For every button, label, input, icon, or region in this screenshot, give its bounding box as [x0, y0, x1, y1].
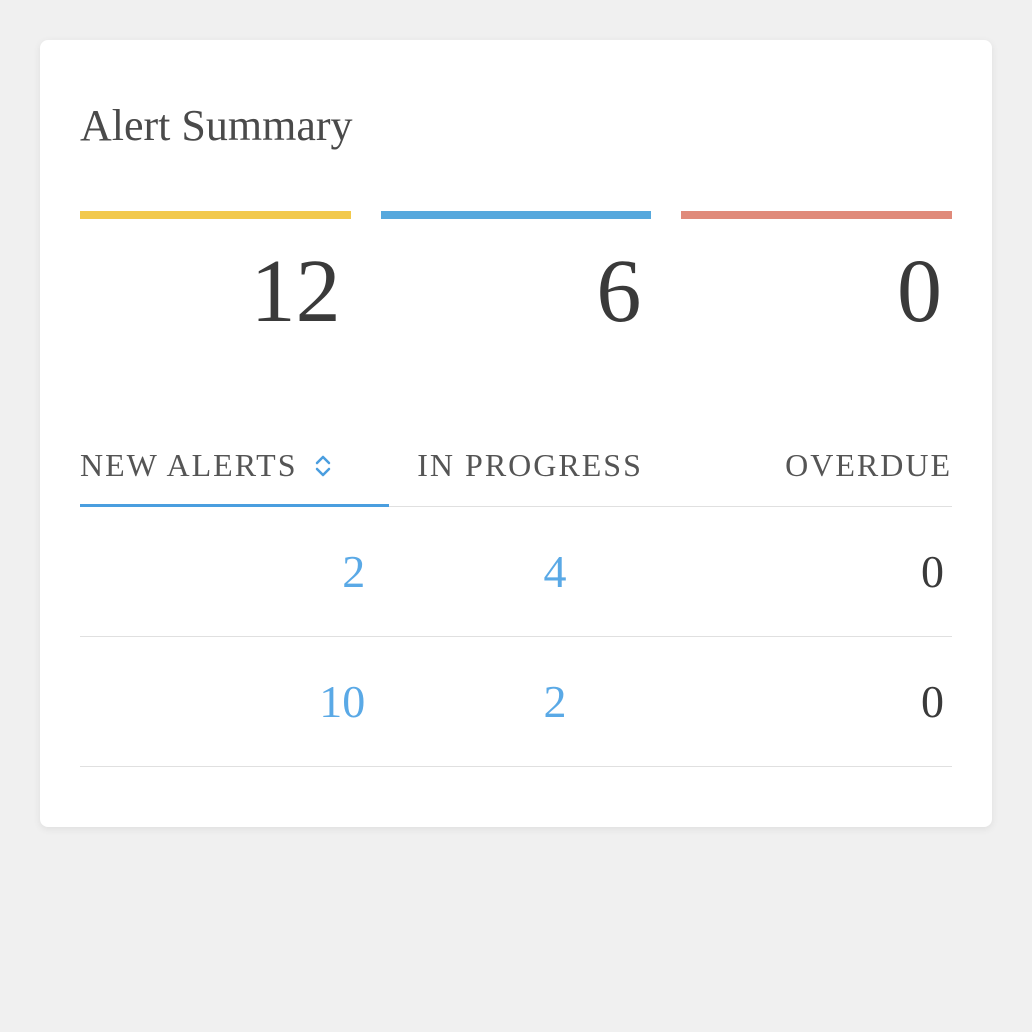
card-title: Alert Summary [80, 100, 952, 151]
cell-in-progress[interactable]: 4 [425, 545, 684, 598]
cell-overdue: 0 [685, 675, 952, 728]
table-row: 2 4 0 [80, 507, 952, 637]
stats-row: 12 6 0 [80, 211, 952, 337]
stat-value: 6 [381, 247, 642, 337]
column-header-overdue[interactable]: OVERDUE [671, 447, 952, 484]
stat-new-alerts: 12 [80, 211, 351, 337]
column-header-label: IN PROGRESS [417, 447, 643, 484]
column-header-new-alerts[interactable]: NEW ALERTS [80, 447, 389, 484]
alerts-table: NEW ALERTS IN PROGRESS OVERDUE 2 4 0 10 … [80, 447, 952, 767]
cell-in-progress[interactable]: 2 [425, 675, 684, 728]
stat-value: 12 [80, 247, 341, 337]
column-header-label: NEW ALERTS [80, 447, 297, 484]
stat-overdue: 0 [681, 211, 952, 337]
stat-value: 0 [681, 247, 942, 337]
table-row: 10 2 0 [80, 637, 952, 767]
table-header: NEW ALERTS IN PROGRESS OVERDUE [80, 447, 952, 507]
stat-in-progress: 6 [381, 211, 652, 337]
alert-summary-card: Alert Summary 12 6 0 NEW ALERTS IN PROGR… [40, 40, 992, 827]
sort-icon[interactable] [315, 455, 331, 477]
cell-new-alerts[interactable]: 10 [80, 675, 425, 728]
cell-overdue: 0 [685, 545, 952, 598]
column-header-label: OVERDUE [785, 447, 952, 484]
column-header-in-progress[interactable]: IN PROGRESS [389, 447, 670, 484]
cell-new-alerts[interactable]: 2 [80, 545, 425, 598]
